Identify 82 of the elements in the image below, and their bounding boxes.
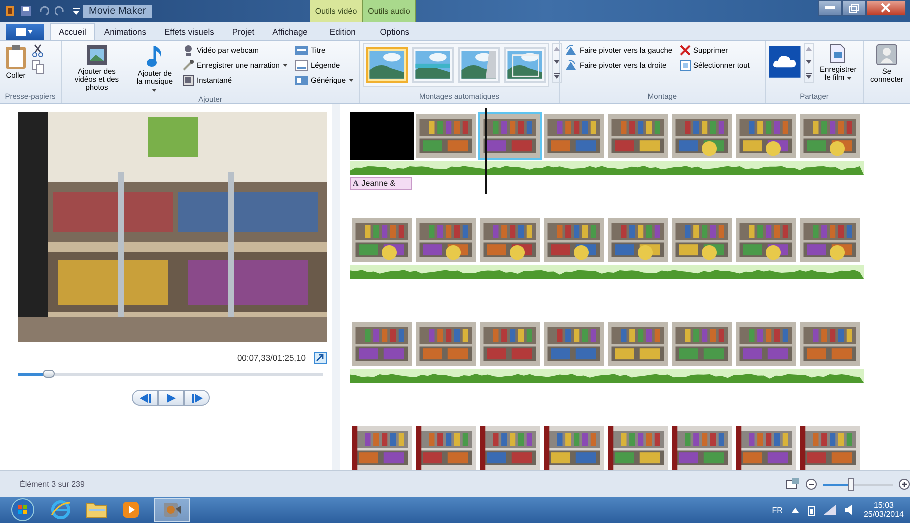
undo-icon[interactable]: [38, 6, 49, 16]
minimize-button[interactable]: [818, 0, 842, 16]
time-display: 00:07,33/01:25,10: [237, 353, 306, 363]
auto-movie-theme[interactable]: [366, 47, 408, 83]
delete-icon: [680, 45, 691, 56]
contextual-tab-header: Outils audio: [363, 0, 416, 22]
caption-text: Jeanne &: [362, 179, 396, 188]
browser-icon[interactable]: [50, 499, 72, 521]
show-hidden-icons-icon[interactable]: [792, 508, 799, 512]
user-icon: [876, 44, 898, 66]
auto-movie-theme[interactable]: [504, 47, 546, 83]
status-text: Élément 3 sur 239: [20, 480, 85, 488]
zoom-out-icon[interactable]: [806, 478, 817, 490]
ribbon-tab[interactable]: Options: [368, 23, 421, 40]
film-camera-icon: [162, 501, 182, 519]
rotate-right-icon: [565, 60, 577, 71]
scroll-down-icon[interactable]: [806, 60, 812, 64]
snapshot-icon: [183, 75, 194, 86]
play-icon: [166, 394, 176, 402]
menu-icon: [16, 28, 34, 36]
credits-icon: [294, 76, 308, 85]
close-button[interactable]: [866, 0, 906, 16]
rotate-left-icon: [565, 45, 577, 56]
auto-movie-theme[interactable]: [458, 47, 500, 83]
expand-gallery-icon[interactable]: [554, 73, 560, 79]
previous-frame-button[interactable]: [132, 390, 158, 406]
minimize-icon: [825, 6, 835, 10]
caret-icon: [349, 79, 354, 82]
clock-date[interactable]: 25/03/2014: [864, 510, 904, 520]
save-movie-icon: [829, 44, 848, 64]
close-icon: [881, 3, 891, 13]
start-button[interactable]: [10, 498, 36, 522]
music-note-icon: [146, 44, 164, 68]
previous-frame-icon: [140, 394, 150, 402]
ribbon-tab[interactable]: Edition: [316, 23, 369, 40]
next-frame-icon: [192, 394, 202, 402]
play-button[interactable]: [158, 390, 184, 406]
caret-icon: [846, 76, 852, 80]
window-title: Movie Maker: [83, 4, 152, 18]
ribbon-tab[interactable]: Projet: [223, 23, 264, 40]
caption-clip[interactable]: A Jeanne &: [350, 177, 412, 190]
customize-menu-icon[interactable]: [72, 6, 81, 16]
battery-icon[interactable]: [808, 504, 815, 516]
contextual-tab-header: Outils vidéo: [310, 0, 364, 22]
clock-time[interactable]: 15:03: [874, 500, 894, 510]
ribbon-tab[interactable]: Effets visuels: [155, 23, 224, 40]
caption-icon: [294, 60, 308, 71]
cut-icon[interactable]: [32, 44, 44, 58]
speaker-icon[interactable]: [844, 505, 855, 515]
thumbnail-size-icon[interactable]: [786, 478, 800, 490]
slider-thumb[interactable]: [42, 370, 54, 378]
title-icon: [294, 46, 308, 55]
save-icon[interactable]: [21, 6, 32, 16]
fullscreen-icon[interactable]: [314, 352, 327, 364]
ribbon-tab[interactable]: Accueil: [50, 23, 96, 40]
zoom-in-icon[interactable]: [899, 478, 910, 490]
restore-button[interactable]: [842, 0, 866, 16]
file-menu-button[interactable]: [6, 24, 44, 40]
select-all-icon: [680, 60, 691, 71]
clipboard-icon: [5, 44, 27, 70]
webcam-icon: [183, 45, 194, 56]
scroll-down-icon[interactable]: [554, 60, 560, 64]
ribbon-tab[interactable]: Affichage: [264, 23, 317, 40]
restore-icon: [849, 4, 859, 12]
app-icon: [5, 5, 15, 17]
cloud-icon[interactable]: [769, 45, 801, 79]
caret-icon: [282, 64, 288, 67]
redo-icon[interactable]: [55, 6, 66, 16]
auto-movie-theme[interactable]: [412, 47, 454, 83]
ribbon-tab[interactable]: Animations: [95, 23, 156, 40]
microphone-icon: [183, 60, 194, 71]
slider-thumb[interactable]: [848, 478, 854, 490]
text-icon: A: [353, 179, 359, 188]
signal-icon[interactable]: [824, 505, 836, 515]
taskbar-button[interactable]: [154, 498, 190, 522]
next-frame-button[interactable]: [184, 390, 210, 406]
folder-icon[interactable]: [86, 501, 108, 519]
media-player-icon[interactable]: [122, 501, 140, 519]
photo-icon: [86, 44, 108, 66]
expand-gallery-icon[interactable]: [806, 73, 812, 79]
language-indicator[interactable]: FR: [772, 506, 783, 514]
caret-icon: [152, 88, 158, 92]
